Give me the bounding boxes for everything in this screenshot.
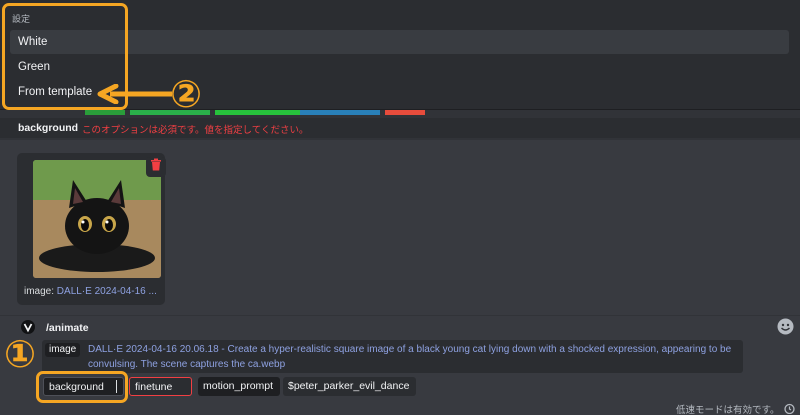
annotation-arrow-icon [96,83,174,105]
emoji-icon[interactable] [777,318,794,335]
error-message: このオプションは必須です。値を指定してください。 [82,125,309,136]
attachment-link[interactable]: DALL·E 2024-04-16 ... [57,286,157,297]
annotation-box-background [36,371,128,403]
annotation-marker-1: ① [4,332,37,376]
image-option-label: image [45,343,81,357]
command-name: /animate [46,322,89,334]
annotation-marker-2: ② [170,72,203,116]
cat-image [33,160,161,278]
attachment-name: image: DALL·E 2024-04-16 ... [24,286,157,297]
delete-attachment-button[interactable] [146,157,166,177]
slowmode-status: 低速モードは有効です。 [676,405,780,415]
timer-icon [784,401,795,415]
image-option-value: DALL·E 2024-04-16 20.06.18 - Create a hy… [88,344,732,370]
motion-prompt-value[interactable]: $peter_parker_evil_dance [283,377,416,396]
error-option-name: background [18,122,79,134]
finetune-option-chip[interactable]: finetune [129,377,192,396]
motion-prompt-option-chip[interactable]: motion_prompt [198,377,280,396]
image-strip-middle [0,110,800,115]
trash-icon [150,158,162,176]
